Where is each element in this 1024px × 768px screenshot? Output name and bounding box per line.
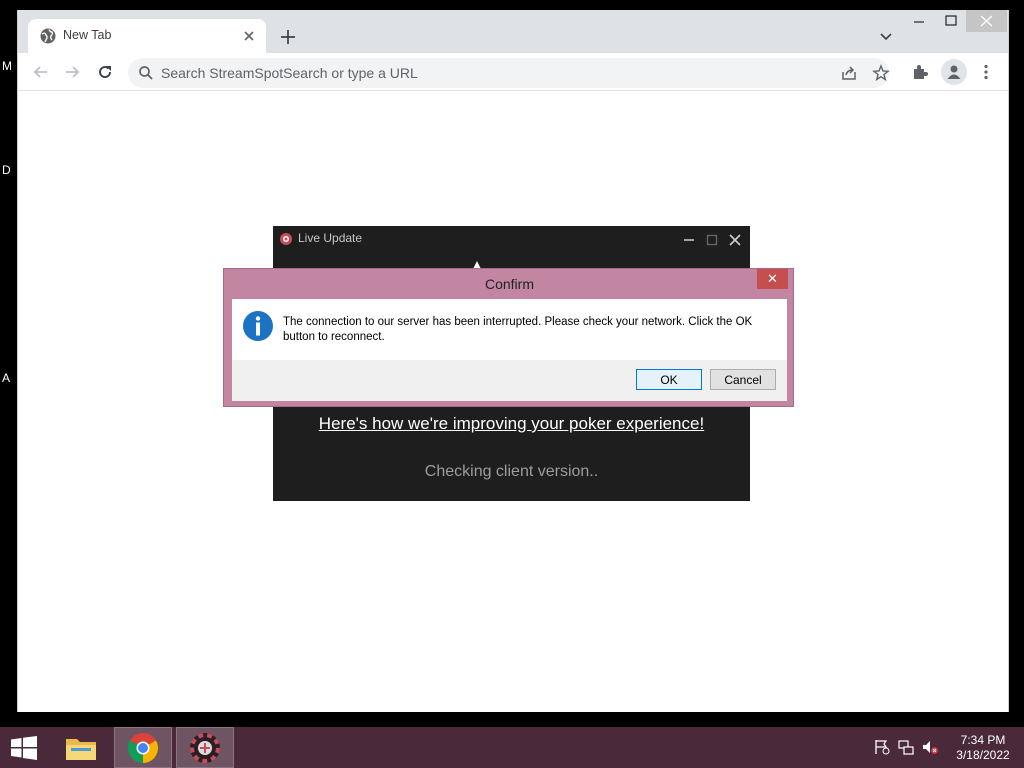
live-update-maximize-icon[interactable] bbox=[706, 234, 718, 246]
window-minimize-icon[interactable] bbox=[904, 10, 934, 32]
clock-time: 7:34 PM bbox=[960, 733, 1006, 747]
back-arrow-icon[interactable] bbox=[31, 62, 51, 82]
confirm-message-line-2: button to reconnect. bbox=[283, 331, 385, 343]
address-bar-placeholder: Search StreamSpotSearch or type a URL bbox=[161, 65, 418, 81]
globe-icon bbox=[40, 28, 56, 44]
tab-title: New Tab bbox=[63, 28, 112, 42]
person-icon bbox=[947, 65, 961, 79]
tab-close-icon[interactable] bbox=[240, 27, 258, 45]
desktop-icon-label-d: D bbox=[2, 163, 11, 177]
taskbar-chrome[interactable] bbox=[114, 727, 172, 768]
address-bar[interactable]: Search StreamSpotSearch or type a URL bbox=[128, 58, 890, 88]
poker-chip-taskbar-icon bbox=[190, 733, 220, 763]
extensions-puzzle-icon[interactable] bbox=[911, 63, 929, 81]
volume-muted-icon[interactable] bbox=[922, 739, 938, 755]
taskbar-clock[interactable]: 7:34 PM 3/18/2022 bbox=[950, 733, 1016, 763]
desktop-icon-label-a: A bbox=[2, 371, 11, 385]
confirm-message-area: The connection to our server has been in… bbox=[232, 299, 787, 360]
improvement-link[interactable]: Here's how we're improving your poker ex… bbox=[273, 414, 750, 434]
confirm-message-line-1: The connection to our server has been in… bbox=[283, 316, 753, 328]
window-close-icon[interactable] bbox=[966, 10, 1007, 32]
cancel-button[interactable]: Cancel bbox=[710, 369, 776, 390]
chrome-icon bbox=[128, 733, 158, 763]
confirm-body: The connection to our server has been in… bbox=[232, 299, 787, 401]
taskbar-poker-client[interactable] bbox=[176, 727, 234, 768]
live-update-close-icon[interactable] bbox=[729, 234, 741, 246]
confirm-close-button[interactable]: ✕ bbox=[757, 269, 788, 289]
forward-arrow-icon[interactable] bbox=[62, 62, 82, 82]
live-update-title: Live Update bbox=[298, 231, 363, 245]
info-icon bbox=[243, 311, 273, 341]
poker-chip-icon bbox=[280, 233, 292, 245]
clock-date: 3/18/2022 bbox=[956, 748, 1010, 762]
tab-new-tab[interactable]: New Tab bbox=[28, 19, 266, 53]
confirm-title: Confirm bbox=[484, 276, 534, 292]
tab-strip: New Tab bbox=[18, 10, 1008, 53]
desktop-icon-label-m: M bbox=[2, 59, 12, 73]
tab-search-chevron-icon[interactable] bbox=[877, 27, 895, 45]
search-icon bbox=[139, 66, 153, 80]
browser-menu-icon[interactable] bbox=[977, 63, 995, 81]
live-update-minimize-icon[interactable] bbox=[683, 234, 695, 246]
new-tab-plus-icon[interactable] bbox=[278, 27, 298, 47]
confirm-message: The connection to our server has been in… bbox=[283, 315, 773, 345]
bookmark-star-icon[interactable] bbox=[872, 64, 890, 82]
taskbar-file-explorer[interactable] bbox=[52, 727, 110, 768]
taskbar: 7:34 PM 3/18/2022 bbox=[0, 727, 1024, 768]
browser-toolbar: Search StreamSpotSearch or type a URL bbox=[18, 53, 1008, 91]
ok-button[interactable]: OK bbox=[636, 369, 702, 390]
status-text: Checking client version.. bbox=[424, 463, 599, 480]
window-maximize-icon[interactable] bbox=[936, 10, 966, 32]
windows-start-icon[interactable] bbox=[11, 736, 37, 760]
action-center-flag-icon[interactable] bbox=[874, 739, 890, 755]
network-icon[interactable] bbox=[898, 739, 914, 755]
profile-avatar[interactable] bbox=[941, 59, 967, 85]
reload-icon[interactable] bbox=[95, 62, 115, 82]
share-icon[interactable] bbox=[840, 64, 858, 82]
folder-icon bbox=[66, 739, 96, 760]
confirm-dialog: Confirm ✕ The connection to our server h… bbox=[223, 268, 794, 407]
